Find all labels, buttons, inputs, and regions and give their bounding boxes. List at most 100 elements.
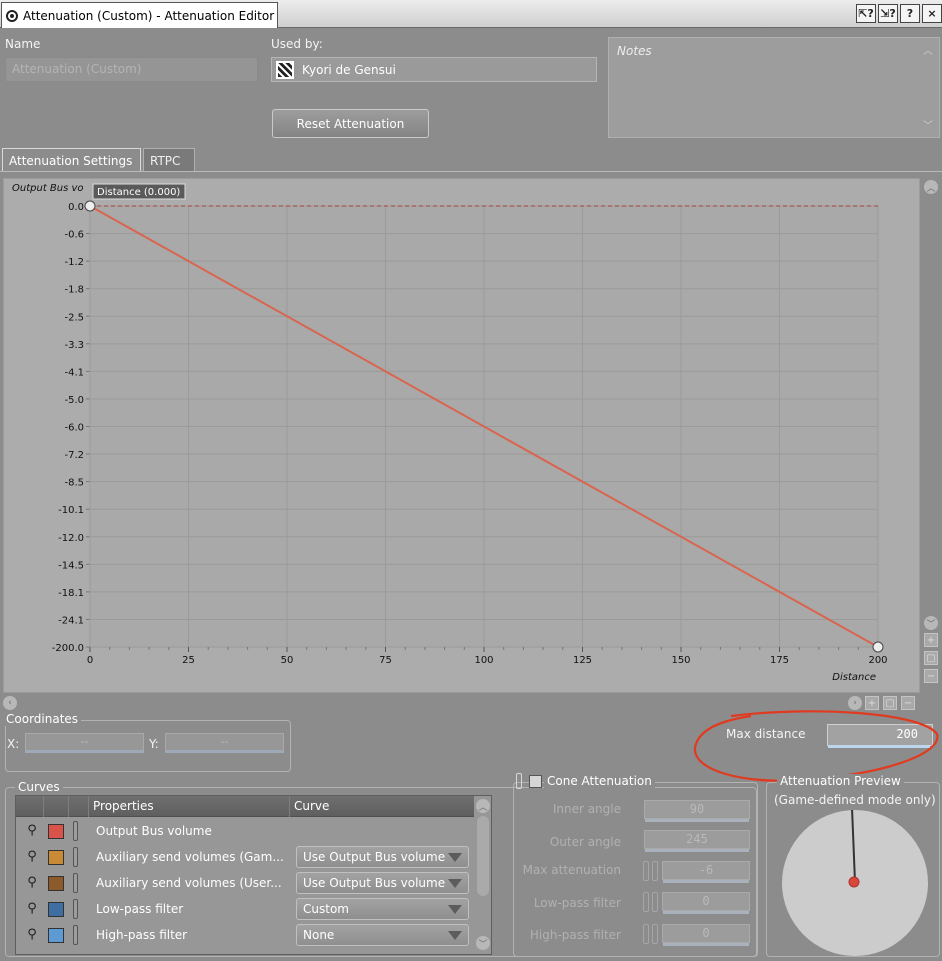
curve-row-output-bus-volume[interactable]: ⚲ Output Bus volume [16, 818, 474, 844]
scrollbar-thumb[interactable] [477, 816, 489, 896]
header-col-pin [43, 796, 68, 817]
y-tick-label: -14.5 [58, 560, 84, 571]
zoom-fit-icon[interactable]: ▢ [924, 651, 938, 665]
curves-table: Properties Curve ⚲ Output Bus volume ⚲ A… [15, 795, 492, 955]
scroll-down-icon[interactable]: ﹀ [476, 936, 490, 950]
header-col-color [68, 796, 88, 817]
header-curve[interactable]: Curve [289, 796, 474, 817]
zoom-in-icon[interactable]: + [924, 633, 938, 647]
used-by-field[interactable]: Kyori de Gensui [271, 57, 597, 82]
name-field[interactable]: Attenuation (Custom) [5, 57, 258, 82]
attenuation-graph[interactable]: 0.0 -0.6 -1.2 -1.8 -2.5 -3.3 -4.1 -5.0 -6.0 -7.2 -… [3, 178, 920, 693]
curve-row-aux-game[interactable]: ⚲ Auxiliary send volumes (Gam... Use Out… [16, 844, 474, 870]
curve-color-swatch[interactable] [48, 824, 64, 839]
cone-high-pass-field[interactable]: 0 [662, 924, 750, 946]
pin-icon[interactable]: ⚲ [24, 823, 40, 839]
scroll-up-icon[interactable]: ︿ [921, 42, 935, 57]
pin-icon[interactable]: ⚲ [24, 901, 40, 917]
used-by-value: Kyori de Gensui [302, 62, 396, 77]
close-icon[interactable]: × [922, 4, 942, 23]
pin-icon[interactable]: ⚲ [24, 927, 40, 943]
title-bar: Attenuation (Custom) - Attenuation Edito… [0, 0, 942, 28]
curve-select[interactable]: None [296, 924, 469, 946]
cone-attenuation-title: Cone Attenuation [544, 774, 655, 788]
curve-row-name: High-pass filter [96, 928, 188, 942]
scroll-left-icon[interactable]: ‹ [3, 696, 17, 710]
high-pass-rtpc-handle[interactable] [643, 924, 649, 944]
max-attenuation-field[interactable]: -6 [662, 861, 750, 883]
h-zoom-in-icon[interactable]: + [865, 696, 879, 710]
graph-vertical-scrollbar[interactable]: ︿ ﹀ + ▢ − [922, 178, 940, 693]
name-label: Name [5, 37, 41, 51]
y-tick-label: -200.0 [52, 643, 84, 654]
y-coordinate-field[interactable]: -- [165, 733, 284, 753]
notes-field[interactable]: Notes ︿ ﹀ [608, 37, 940, 138]
drag-handle[interactable] [73, 873, 78, 893]
preview-indicator [848, 810, 860, 888]
scroll-right-icon[interactable]: › [848, 696, 862, 710]
scroll-up-icon[interactable]: ︿ [924, 180, 938, 194]
tab-attenuation-settings[interactable]: Attenuation Settings [2, 148, 141, 172]
curve-row-name: Output Bus volume [96, 824, 212, 838]
scroll-down-icon[interactable]: ﹀ [924, 616, 938, 630]
header-properties[interactable]: Properties [88, 796, 288, 817]
x-axis-title: Distance [832, 672, 876, 683]
graph-horizontal-scrollbar[interactable]: ‹ › + ▢ − [3, 695, 940, 711]
curve-select[interactable]: Use Output Bus volume [296, 846, 469, 868]
max-attenuation-randomizer[interactable] [652, 861, 658, 881]
h-zoom-out-icon[interactable]: − [901, 696, 915, 710]
y-tick-label: -3.3 [64, 340, 84, 351]
curve-color-swatch[interactable] [48, 902, 64, 917]
curves-scrollbar[interactable]: ︿ ﹀ [475, 796, 492, 954]
high-pass-randomizer[interactable] [652, 924, 658, 944]
cone-low-pass-field[interactable]: 0 [662, 892, 750, 914]
drag-handle[interactable] [73, 821, 78, 841]
curve-select-value: Use Output Bus volume [303, 876, 446, 890]
window-title: Attenuation (Custom) - Attenuation Edito… [23, 8, 275, 23]
graph-canvas[interactable]: 0.0 -0.6 -1.2 -1.8 -2.5 -3.3 -4.1 -5.0 -6.0 -7.2 -… [4, 179, 921, 694]
cone-toggle-handle[interactable] [516, 773, 522, 789]
notes-scrollbar[interactable]: ︿ ﹀ [921, 42, 935, 133]
window-tab[interactable]: Attenuation (Custom) - Attenuation Edito… [1, 2, 278, 28]
cone-high-pass-label: High-pass filter [529, 928, 621, 942]
max-attenuation-rtpc-handle[interactable] [643, 861, 649, 881]
x-tick-label: 50 [281, 655, 294, 666]
curve-row-aux-user[interactable]: ⚲ Auxiliary send volumes (User... Use Ou… [16, 870, 474, 896]
inner-angle-field[interactable]: 90 [644, 800, 750, 822]
outer-angle-field[interactable]: 245 [644, 830, 750, 852]
y-tick-label: -8.5 [64, 478, 84, 489]
pin-right-icon[interactable]: ⇲? [878, 4, 898, 23]
scroll-down-icon[interactable]: ﹀ [921, 117, 935, 132]
scroll-up-icon[interactable]: ︿ [476, 799, 490, 813]
drag-handle[interactable] [73, 847, 78, 867]
curve-row-low-pass[interactable]: ⚲ Low-pass filter Custom [16, 896, 474, 922]
curve-select[interactable]: Use Output Bus volume [296, 872, 469, 894]
max-distance-field[interactable]: 200 [827, 724, 933, 748]
curve-color-swatch[interactable] [48, 850, 64, 865]
curve-color-swatch[interactable] [48, 876, 64, 891]
curve-color-swatch[interactable] [48, 928, 64, 943]
curve-select[interactable]: Custom [296, 898, 469, 920]
y-tick-label: -4.1 [64, 367, 84, 378]
pin-left-icon[interactable]: ⇱? [856, 4, 876, 23]
drag-handle[interactable] [73, 899, 78, 919]
x-tick-label: 25 [182, 655, 195, 666]
used-by-label: Used by: [271, 37, 323, 51]
curve-row-high-pass[interactable]: ⚲ High-pass filter None [16, 922, 474, 948]
drag-handle[interactable] [73, 925, 78, 945]
low-pass-rtpc-handle[interactable] [643, 892, 649, 912]
h-zoom-fit-icon[interactable]: ▢ [883, 696, 897, 710]
x-coordinate-field[interactable]: -- [25, 733, 144, 753]
tab-rtpc[interactable]: RTPC [143, 148, 195, 172]
chevron-down-icon [448, 879, 462, 888]
pin-icon[interactable]: ⚲ [24, 875, 40, 891]
y-tick-label: -1.8 [64, 285, 84, 296]
attenuation-icon [6, 9, 18, 22]
pin-icon[interactable]: ⚲ [24, 849, 40, 865]
zoom-out-icon[interactable]: − [924, 669, 938, 683]
cone-attenuation-checkbox[interactable] [529, 775, 542, 788]
reset-attenuation-button[interactable]: Reset Attenuation [272, 109, 429, 138]
help-icon[interactable]: ? [900, 4, 920, 23]
low-pass-randomizer[interactable] [652, 892, 658, 912]
y-label: Y: [149, 737, 159, 751]
